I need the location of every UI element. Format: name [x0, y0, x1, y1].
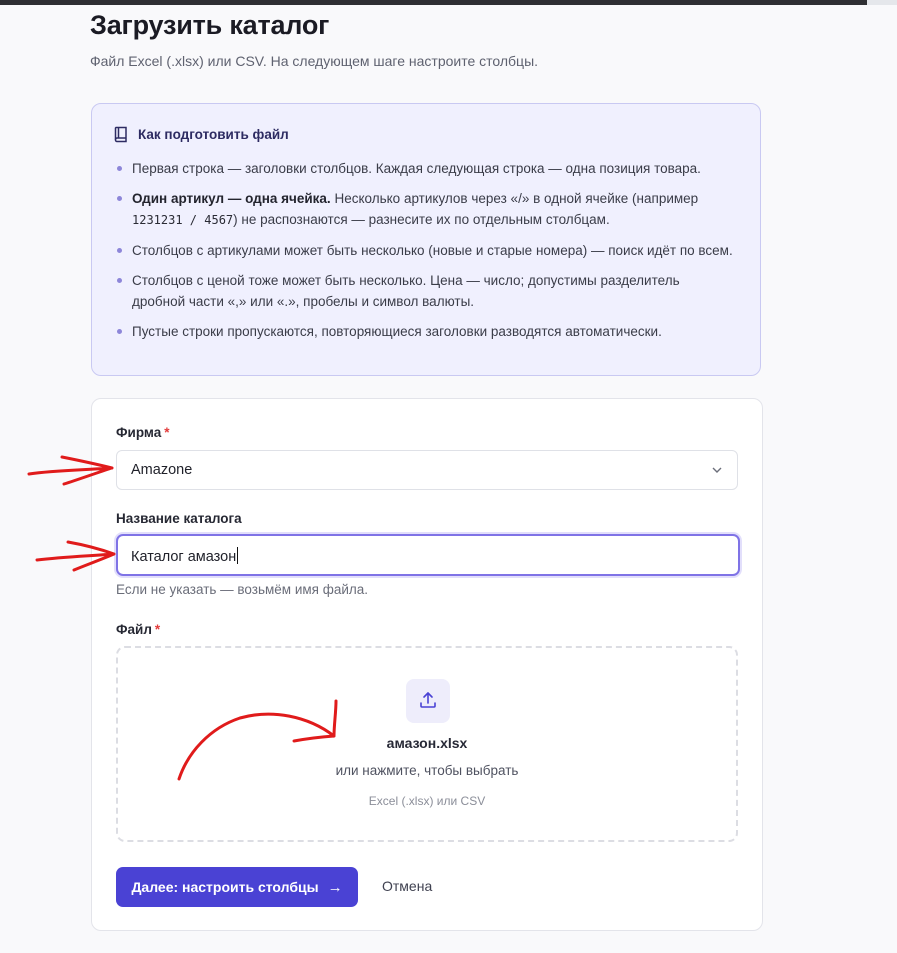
next-button-label: Далее: настроить столбцы: [131, 879, 319, 895]
upload-icon: [420, 692, 436, 708]
company-label: Фирма *: [116, 425, 169, 440]
company-select[interactable]: Amazone: [116, 450, 738, 490]
catalog-name-input[interactable]: Каталог амазон: [116, 534, 740, 576]
next-configure-columns-button[interactable]: Далее: настроить столбцы →: [116, 867, 358, 907]
tip-item: Первая строка — заголовки столбцов. Кажд…: [114, 158, 734, 179]
file-dropzone[interactable]: амазон.xlsx или нажмите, чтобы выбрать E…: [116, 646, 738, 842]
tip-item: Столбцов с ценой тоже может быть несколь…: [114, 270, 734, 312]
file-formats: Excel (.xlsx) или CSV: [368, 794, 486, 808]
required-mark: *: [154, 622, 161, 637]
tip-code: 1231231 / 4567: [132, 213, 234, 227]
selected-file-name: амазон.xlsx: [386, 735, 468, 751]
window-top-bar: [0, 0, 897, 5]
tip-bold: Один артикул — одна ячейка.: [132, 191, 331, 206]
company-label-text: Фирма: [116, 425, 162, 440]
company-select-value: Amazone: [131, 462, 193, 478]
arrow-right-icon: →: [327, 878, 343, 896]
tip-text: Несколько артикулов через «/» в одной яч…: [330, 191, 699, 206]
info-title: Как подготовить файл: [138, 127, 289, 142]
catalog-name-value: Каталог амазон: [131, 547, 239, 565]
text-caret: [237, 547, 239, 564]
book-icon: [114, 126, 127, 143]
tip-text: Пустые строки пропускаются, повторяющиес…: [132, 324, 662, 339]
tip-text: ) не распознаются — разнесите их по отде…: [233, 212, 610, 227]
page-title: Загрузить каталог: [90, 10, 330, 40]
tip-text: Столбцов с ценой тоже может быть несколь…: [132, 273, 680, 309]
cancel-button[interactable]: Отмена: [382, 878, 432, 894]
chevron-down-icon: [712, 467, 722, 473]
upload-form: Фирма * Amazone Название каталога Каталог…: [91, 398, 763, 931]
file-preparation-info: Как подготовить файл Первая строка — заг…: [91, 103, 761, 376]
catalog-name-label: Название каталога: [116, 511, 242, 526]
file-pick-hint: или нажмите, чтобы выбрать: [335, 763, 519, 778]
file-label: Файл *: [116, 622, 160, 637]
page-subtitle: Файл Excel (.xlsx) или CSV. На следующем…: [90, 53, 539, 69]
info-header: Как подготовить файл: [114, 126, 289, 143]
catalog-name-label-text: Название каталога: [116, 511, 242, 526]
tip-item: Столбцов с артикулами может быть несколь…: [114, 240, 734, 261]
file-label-text: Файл: [116, 622, 152, 637]
tips-list: Первая строка — заголовки столбцов. Кажд…: [114, 158, 734, 351]
tip-text: Столбцов с артикулами может быть несколь…: [132, 243, 733, 258]
tip-item: Один артикул — одна ячейка. Несколько ар…: [114, 188, 734, 231]
required-mark: *: [164, 425, 170, 440]
upload-icon-tile: [406, 679, 450, 723]
catalog-name-text: Каталог амазон: [131, 549, 237, 565]
tip-item: Пустые строки пропускаются, повторяющиес…: [114, 321, 734, 342]
top-bar-end: [867, 0, 897, 5]
catalog-name-hint: Если не указать — возьмём имя файла.: [116, 582, 369, 597]
tip-text: Первая строка — заголовки столбцов. Кажд…: [132, 161, 701, 176]
